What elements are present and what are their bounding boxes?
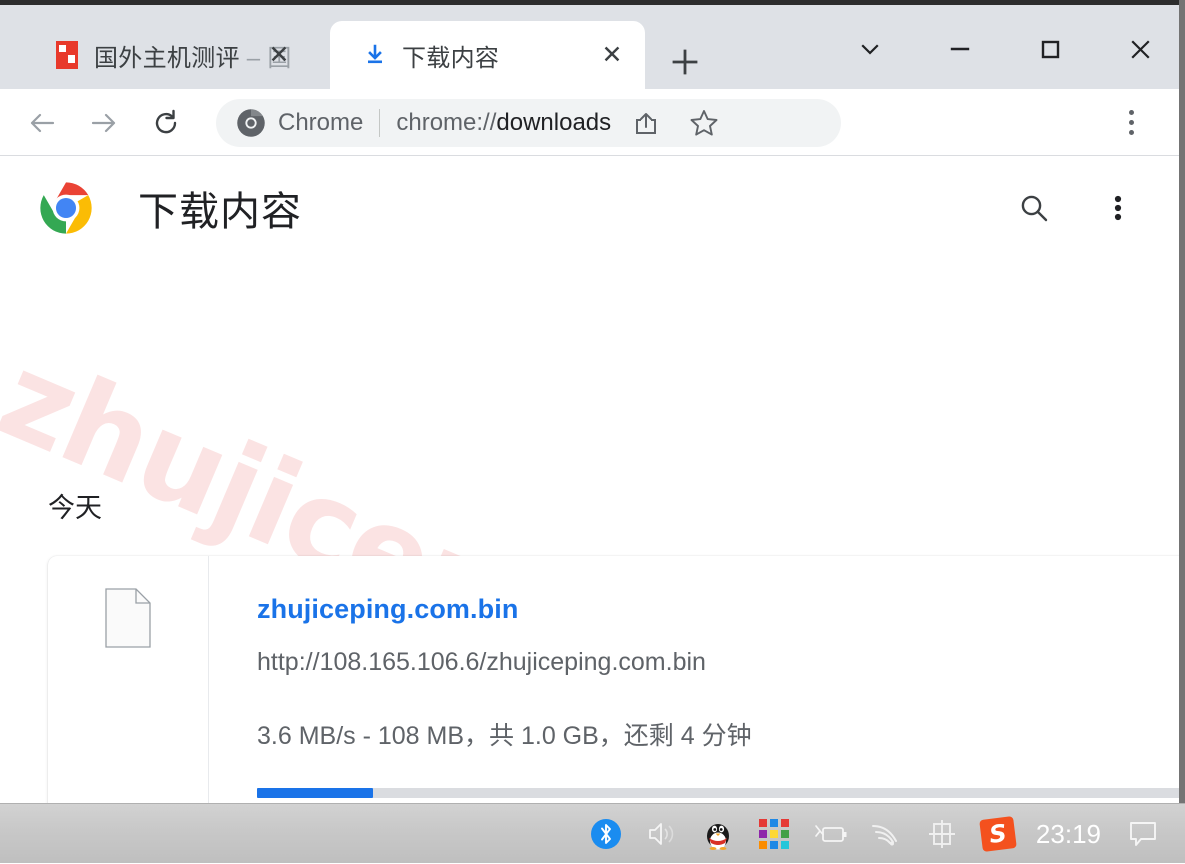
forward-arrow-icon[interactable]	[76, 95, 132, 151]
downloads-menu-icon[interactable]	[1093, 183, 1143, 233]
omnibox-separator	[379, 108, 381, 137]
tab-strip: 国外主机测评 – 国 ✕ 下载内容 ✕	[0, 5, 1185, 89]
color-grid-icon[interactable]	[746, 804, 802, 864]
download-progress-fill	[257, 788, 373, 798]
tab-close-button[interactable]: ✕	[595, 38, 629, 72]
browser-window: 国外主机测评 – 国 ✕ 下载内容 ✕ Chrome chrome://down…	[0, 0, 1185, 803]
star-icon[interactable]	[681, 100, 727, 146]
tab-downloads[interactable]: 下载内容 ✕	[330, 21, 645, 89]
tab-close-button[interactable]: ✕	[262, 38, 296, 72]
downloads-page-header: 下载内容	[0, 156, 1179, 260]
os-taskbar: S 23:19	[0, 803, 1185, 863]
download-progress-bar	[257, 788, 1179, 798]
ime-chinese-icon[interactable]	[914, 804, 970, 864]
bluetooth-icon[interactable]	[578, 804, 634, 864]
download-status-text: 3.6 MB/s - 108 MB，共 1.0 GB，还剩 4 分钟	[257, 722, 752, 750]
taskbar-clock[interactable]: 23:19	[1026, 819, 1115, 850]
qq-penguin-icon[interactable]	[690, 804, 746, 864]
notification-icon[interactable]	[1115, 804, 1171, 864]
tab-search-button[interactable]	[825, 20, 915, 78]
new-tab-button[interactable]	[662, 39, 708, 85]
download-source-url: http://108.165.106.6/zhujiceping.com.bin	[257, 648, 706, 676]
download-file-icon-column	[48, 556, 209, 803]
downloads-page: zhujiceping.com 下载内容	[0, 156, 1179, 803]
browser-menu-icon[interactable]	[1109, 101, 1153, 145]
omnibox[interactable]: Chrome chrome://downloads	[216, 98, 841, 147]
generic-file-icon	[105, 588, 151, 648]
search-icon[interactable]	[1009, 183, 1059, 233]
back-arrow-icon[interactable]	[14, 95, 70, 151]
close-button[interactable]	[1095, 20, 1185, 78]
download-arrow-icon	[362, 40, 388, 70]
reload-icon[interactable]	[138, 95, 194, 151]
window-controls	[825, 19, 1185, 79]
page-title: 下载内容	[138, 190, 302, 234]
omnibox-url-scheme: chrome://	[396, 108, 497, 136]
browser-toolbar: Chrome chrome://downloads	[0, 89, 1185, 156]
battery-icon[interactable]	[802, 804, 858, 864]
download-item-details: zhujiceping.com.bin http://108.165.106.6…	[209, 556, 1179, 803]
wifi-icon[interactable]	[858, 804, 914, 864]
share-icon[interactable]	[623, 100, 669, 146]
red-seal-favicon	[54, 40, 80, 70]
downloads-header-actions	[1009, 156, 1143, 260]
chrome-logo-icon	[236, 108, 266, 138]
download-item-card: zhujiceping.com.bin http://108.165.106.6…	[48, 556, 1179, 803]
omnibox-brand-label: Chrome	[278, 108, 364, 136]
omnibox-url-path: downloads	[496, 108, 612, 136]
download-filename-link[interactable]: zhujiceping.com.bin	[257, 594, 1179, 625]
minimize-button[interactable]	[915, 20, 1005, 78]
chrome-logo	[38, 180, 94, 236]
volume-icon[interactable]	[634, 804, 690, 864]
tab-guowai-zhuji-ceping[interactable]: 国外主机测评 – 国 ✕	[22, 21, 312, 89]
sogou-icon[interactable]: S	[970, 804, 1026, 864]
tab-title-text: 国外主机测评	[94, 44, 240, 72]
tab-title-text: 下载内容	[402, 44, 500, 72]
date-section-label: 今天	[48, 493, 102, 523]
window-right-border	[1179, 0, 1185, 803]
maximize-button[interactable]	[1005, 20, 1095, 78]
system-tray: S 23:19	[578, 804, 1171, 864]
